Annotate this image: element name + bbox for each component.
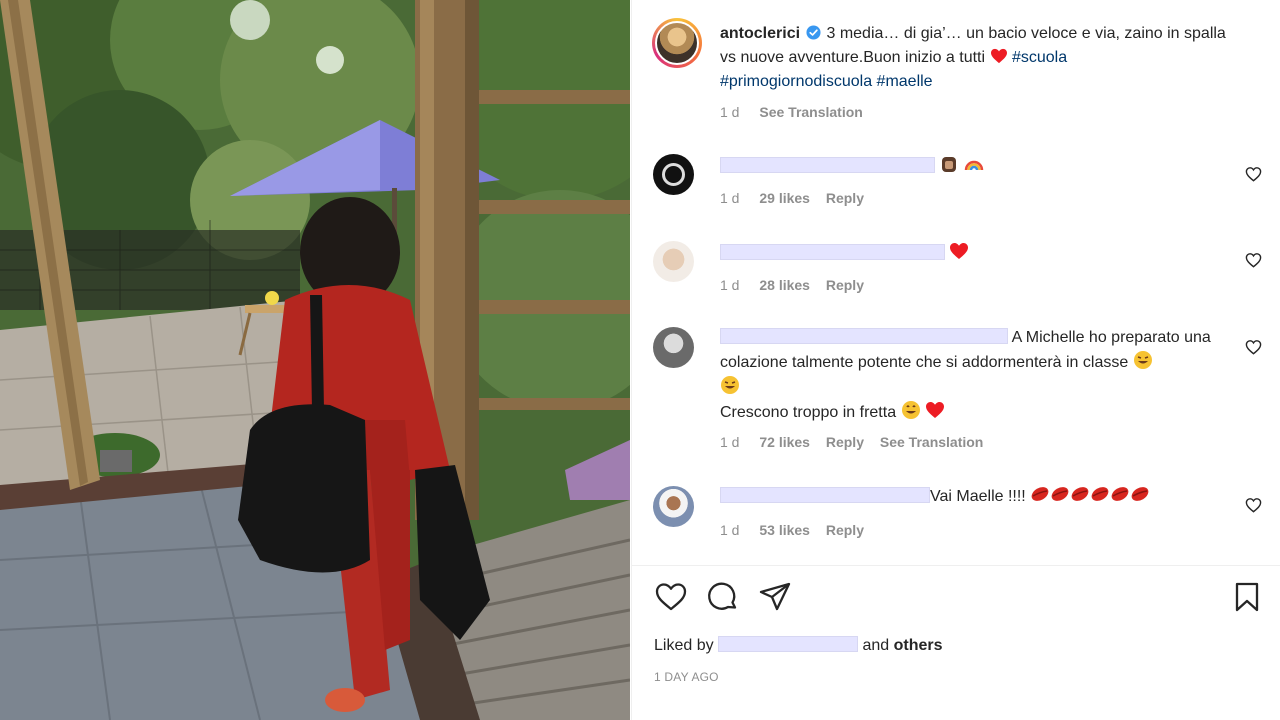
kiss-lips-emoji-icon (1091, 487, 1109, 501)
comment-time: 1 d (720, 434, 740, 450)
laughing-tears-emoji-icon (721, 376, 739, 394)
caption-meta: 1 d See Translation (720, 104, 875, 120)
kiss-lips-emoji-icon (1131, 487, 1149, 501)
see-translation-link[interactable]: See Translation (759, 104, 862, 120)
laughing-tears-emoji-icon (1133, 351, 1152, 369)
comment-reply-link[interactable]: Reply (826, 522, 864, 538)
comment-text: A Michelle ho preparato una colazione ta… (720, 326, 1225, 425)
heart-outline-icon[interactable] (654, 580, 688, 614)
red-heart-emoji-icon (990, 48, 1007, 64)
hashtag-link[interactable]: #maelle (877, 73, 933, 90)
comment-likes-count[interactable]: 28 likes (759, 277, 810, 293)
grinning-sweat-emoji-icon (901, 401, 920, 419)
redacted-username (720, 244, 945, 260)
verified-badge-icon (806, 25, 822, 40)
post-side-panel: antoclerici 3 media… di gia’… un bacio v… (631, 0, 1280, 720)
paper-plane-icon[interactable] (758, 580, 792, 614)
gorilla-emoji-icon (942, 157, 957, 172)
comment-meta: 1 d 72 likes Reply See Translation (720, 434, 995, 450)
red-heart-emoji-icon (950, 243, 969, 259)
redacted-username[interactable] (718, 636, 859, 652)
comment-text (720, 241, 1225, 266)
kiss-lips-emoji-row (1030, 487, 1150, 505)
post-action-bar (654, 580, 1262, 614)
comment-time: 1 d (720, 190, 740, 206)
commenter-avatar[interactable] (653, 154, 694, 195)
redacted-username (720, 157, 935, 173)
red-heart-emoji-icon (926, 402, 944, 418)
author-username[interactable]: antoclerici (720, 25, 800, 42)
commenter-avatar[interactable] (653, 486, 694, 527)
redacted-username (720, 487, 930, 503)
see-translation-link[interactable]: See Translation (880, 434, 983, 450)
rainbow-emoji-icon (964, 160, 984, 171)
comment-likes-count[interactable]: 72 likes (759, 434, 810, 450)
kiss-lips-emoji-icon (1051, 487, 1069, 501)
comment-text-line: Crescono troppo in fretta (720, 404, 897, 421)
comment-text-line: A Michelle ho preparato una (1011, 329, 1211, 346)
liked-by-line: Liked by and others (654, 636, 943, 655)
commenter-avatar[interactable] (653, 327, 694, 368)
comment-reply-link[interactable]: Reply (826, 434, 864, 450)
kiss-lips-emoji-icon (1071, 487, 1089, 501)
comment-likes-count[interactable]: 29 likes (759, 190, 810, 206)
actions-divider (632, 565, 1280, 566)
post-timestamp[interactable]: 1 DAY AGO (654, 670, 719, 684)
liked-by-others-link[interactable]: others (894, 637, 943, 654)
comment-text: Vai Maelle !!!! (720, 484, 1225, 509)
liked-by-prefix: Liked by (654, 637, 714, 654)
liked-by-and: and (862, 637, 890, 654)
comment-meta: 1 d 29 likes Reply (720, 190, 876, 206)
kiss-lips-emoji-icon (1111, 487, 1129, 501)
comment-time: 1 d (720, 522, 740, 538)
comment-reply-link[interactable]: Reply (826, 277, 864, 293)
comment-text-line: Vai Maelle !!!! (930, 488, 1026, 505)
post-caption: antoclerici 3 media… di gia’… un bacio v… (720, 22, 1240, 94)
author-avatar[interactable] (652, 18, 702, 68)
comment-meta: 1 d 28 likes Reply (720, 277, 876, 293)
post-photo-illustration (0, 0, 630, 720)
post-photo[interactable] (0, 0, 630, 720)
comment-text-line: colazione talmente potente che si addorm… (720, 354, 1129, 371)
comment-likes-count[interactable]: 53 likes (759, 522, 810, 538)
comment-bubble-icon[interactable] (706, 580, 740, 614)
comment-like-heart-icon[interactable] (1245, 166, 1262, 182)
comment-like-heart-icon[interactable] (1245, 252, 1262, 268)
redacted-username (720, 328, 1008, 344)
comment-reply-link[interactable]: Reply (826, 190, 864, 206)
commenter-avatar[interactable] (653, 241, 694, 282)
caption-time: 1 d (720, 104, 740, 120)
hashtag-link[interactable]: #scuola (1012, 49, 1067, 66)
comment-like-heart-icon[interactable] (1245, 339, 1262, 355)
comment-time: 1 d (720, 277, 740, 293)
comment-text (720, 154, 1225, 179)
hashtag-link[interactable]: #primogiornodiscuola (720, 73, 872, 90)
comment-like-heart-icon[interactable] (1245, 497, 1262, 513)
bookmark-icon[interactable] (1230, 580, 1264, 614)
kiss-lips-emoji-icon (1031, 487, 1049, 501)
comment-meta: 1 d 53 likes Reply (720, 522, 876, 538)
